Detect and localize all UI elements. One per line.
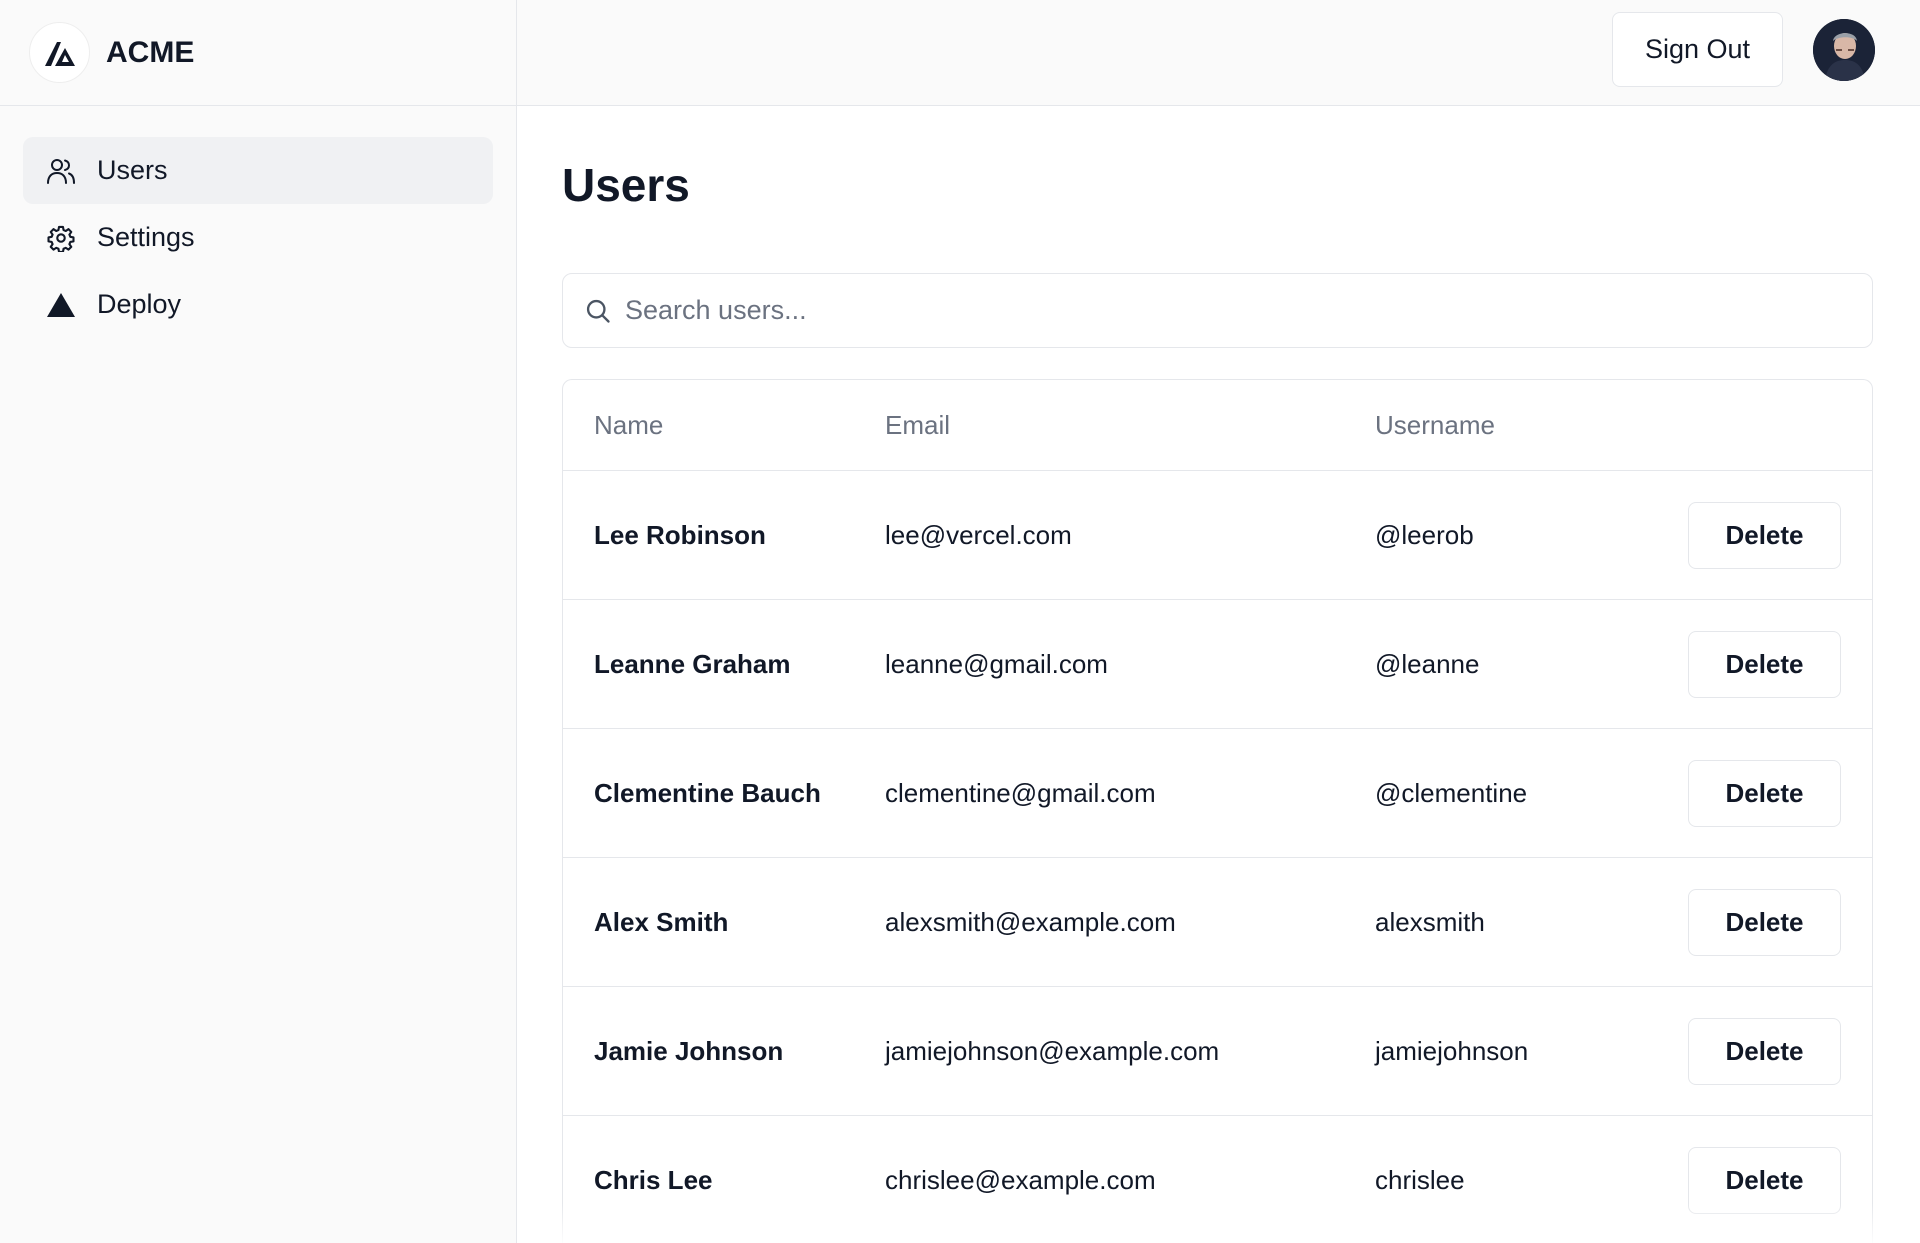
user-email: alexsmith@example.com	[885, 906, 1176, 937]
search-input[interactable]	[625, 295, 1872, 326]
user-avatar[interactable]	[1813, 19, 1875, 81]
brand-name: ACME	[106, 35, 195, 69]
user-name: Chris Lee	[594, 1164, 713, 1195]
row-actions: Delete	[1655, 1017, 1872, 1085]
row-actions: Delete	[1655, 1146, 1872, 1214]
row-actions: Delete	[1655, 888, 1872, 956]
search-box[interactable]	[562, 273, 1873, 348]
row-actions: Delete	[1655, 501, 1872, 569]
sidebar-item-label: Users	[97, 155, 168, 185]
delete-button[interactable]: Delete	[1688, 888, 1841, 956]
main-content: Users Name Email Username Lee Robinson l…	[562, 106, 1873, 1243]
top-bar: Sign Out	[517, 0, 1920, 106]
user-email: clementine@gmail.com	[885, 777, 1156, 808]
user-email: lee@vercel.com	[885, 519, 1072, 550]
user-email: jamiejohnson@example.com	[885, 1035, 1220, 1066]
column-header-email: Email	[885, 409, 951, 440]
user-email: leanne@gmail.com	[885, 648, 1108, 679]
row-actions: Delete	[1655, 630, 1872, 698]
sign-out-button[interactable]: Sign Out	[1612, 12, 1783, 87]
column-header-name: Name	[594, 409, 664, 440]
delete-button[interactable]: Delete	[1688, 501, 1841, 569]
user-username: alexsmith	[1375, 906, 1485, 937]
user-name: Leanne Graham	[594, 648, 791, 679]
sidebar-item-users[interactable]: Users	[23, 137, 493, 204]
search-icon	[583, 296, 613, 326]
user-username: @clementine	[1375, 777, 1528, 808]
sidebar: ACME Users Settings Deploy	[0, 0, 517, 1243]
table-row: Leanne Graham leanne@gmail.com @leanne D…	[563, 600, 1872, 729]
sidebar-item-settings[interactable]: Settings	[23, 204, 493, 271]
table-row: Lee Robinson lee@vercel.com @leerob Dele…	[563, 471, 1872, 600]
brand[interactable]: ACME	[0, 0, 516, 106]
sidebar-item-label: Settings	[97, 222, 195, 252]
user-name: Lee Robinson	[594, 519, 766, 550]
user-username: @leanne	[1375, 648, 1480, 679]
triangle-icon	[45, 289, 77, 321]
delete-button[interactable]: Delete	[1688, 630, 1841, 698]
page-title: Users	[562, 159, 690, 211]
user-username: chrislee	[1375, 1164, 1465, 1195]
user-name: Clementine Bauch	[594, 777, 821, 808]
user-username: jamiejohnson	[1375, 1035, 1529, 1066]
sidebar-item-deploy[interactable]: Deploy	[23, 271, 493, 338]
users-icon	[45, 155, 77, 187]
row-actions: Delete	[1655, 759, 1872, 827]
sidebar-nav: Users Settings Deploy	[0, 106, 516, 338]
users-table: Name Email Username Lee Robinson lee@ver…	[562, 379, 1873, 1243]
user-name: Jamie Johnson	[594, 1035, 784, 1066]
table-header: Name Email Username	[563, 380, 1872, 471]
table-row: Clementine Bauch clementine@gmail.com @c…	[563, 729, 1872, 858]
user-email: chrislee@example.com	[885, 1164, 1156, 1195]
user-username: @leerob	[1375, 519, 1474, 550]
delete-button[interactable]: Delete	[1688, 1146, 1841, 1214]
column-header-username: Username	[1375, 409, 1495, 440]
delete-button[interactable]: Delete	[1688, 759, 1841, 827]
table-row: Jamie Johnson jamiejohnson@example.com j…	[563, 987, 1872, 1116]
sidebar-item-label: Deploy	[97, 289, 182, 319]
user-name: Alex Smith	[594, 906, 729, 937]
table-row: Chris Lee chrislee@example.com chrislee …	[563, 1116, 1872, 1243]
table-row: Alex Smith alexsmith@example.com alexsmi…	[563, 858, 1872, 987]
acme-logo-icon	[29, 22, 90, 83]
gear-icon	[45, 222, 77, 254]
delete-button[interactable]: Delete	[1688, 1017, 1841, 1085]
